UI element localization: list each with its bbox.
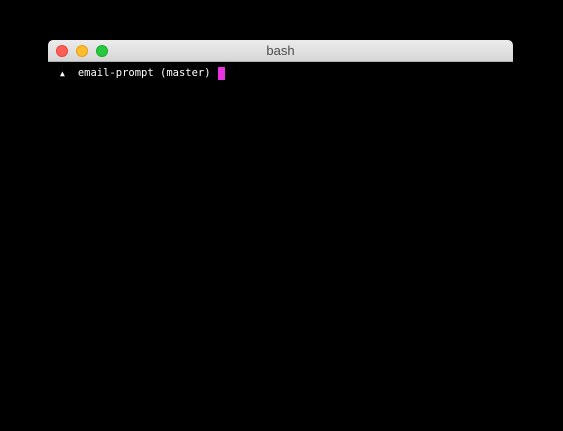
prompt-text: email-prompt (master) <box>77 67 211 79</box>
window-title: bash <box>266 43 295 58</box>
prompt-triangle-icon: ▲ <box>60 68 65 78</box>
terminal-window: bash ▲ email-prompt (master) <box>48 40 513 431</box>
text-cursor <box>217 66 225 80</box>
prompt-line: ▲ email-prompt (master) <box>60 66 225 80</box>
terminal-output[interactable]: ▲ email-prompt (master) <box>48 62 513 431</box>
title-bar[interactable]: bash <box>48 40 513 62</box>
